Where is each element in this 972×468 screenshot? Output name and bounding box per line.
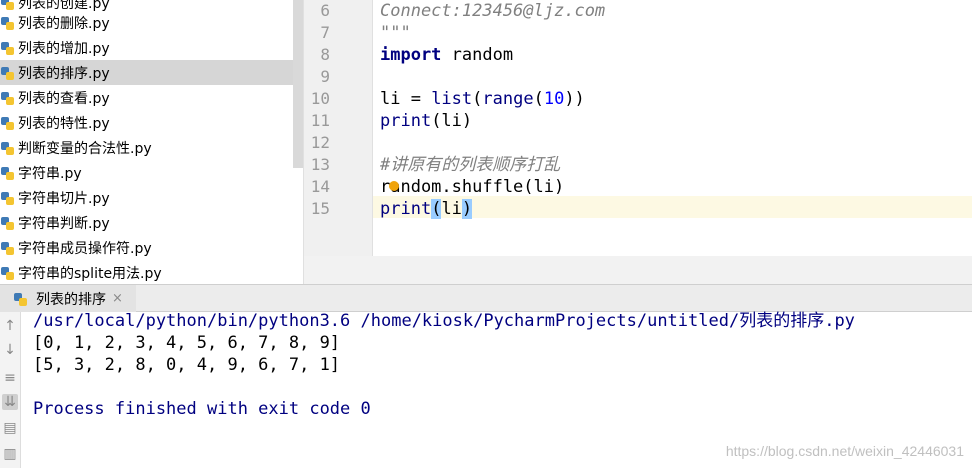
file-item[interactable]: 字符串的splite用法.py xyxy=(0,260,293,284)
code-line-8: import random xyxy=(380,44,513,66)
file-name: 字符串.py xyxy=(18,165,82,182)
editor-bottom-strip xyxy=(304,256,972,284)
line-number: 9 xyxy=(320,67,330,86)
console-line: [0, 1, 2, 3, 4, 5, 6, 7, 8, 9] xyxy=(33,333,341,353)
code-line-11: print(li) xyxy=(380,110,472,132)
arrow-down-icon[interactable]: ↓ xyxy=(2,342,18,358)
file-item[interactable]: 列表的删除.py xyxy=(0,10,293,35)
number-literal: 10 xyxy=(543,89,565,109)
python-file-icon xyxy=(1,266,15,280)
builtin-print: print xyxy=(380,199,432,219)
file-item[interactable]: 列表的查看.py xyxy=(0,85,293,110)
code-line-14: random.shuffle(li) xyxy=(380,177,565,197)
intention-bulb-icon[interactable] xyxy=(389,181,399,191)
run-toolbar: ↑ ↓ ≡ ⇊ ▤ ▥ xyxy=(0,312,21,468)
code-text: li = xyxy=(380,89,432,109)
arrow-up-icon[interactable]: ↑ xyxy=(2,318,18,334)
file-item[interactable]: 字符串.py xyxy=(0,160,293,185)
file-name: 判断变量的合法性.py xyxy=(18,140,152,157)
line-number: 6 xyxy=(320,1,330,20)
file-item[interactable]: 列表的特性.py xyxy=(0,110,293,135)
code-editor[interactable]: Connect:123456@ljz.com """ import random… xyxy=(373,0,972,256)
code-text: )) xyxy=(564,89,585,109)
file-name: 字符串切片.py xyxy=(18,190,110,207)
run-tab[interactable]: 列表的排序 × xyxy=(0,285,136,312)
matched-bracket: ) xyxy=(461,199,473,219)
python-file-icon xyxy=(1,66,15,80)
code-text: ( xyxy=(533,89,544,109)
print-icon[interactable]: ▤ xyxy=(2,420,18,436)
python-file-icon xyxy=(1,16,15,30)
code-line-13: #讲原有的列表顺序打乱 xyxy=(380,155,561,175)
file-name: 列表的增加.py xyxy=(18,40,110,57)
line-number-gutter: 6 7 8 9 10 11 12 13 14 15 xyxy=(304,0,373,256)
python-file-icon xyxy=(1,216,15,230)
matched-bracket: ( xyxy=(431,199,442,219)
file-name: 列表的查看.py xyxy=(18,90,110,107)
file-name: 字符串的splite用法.py xyxy=(18,265,162,282)
file-name: 字符串判断.py xyxy=(18,215,110,232)
line-number: 8 xyxy=(320,45,330,64)
line-number: 10 xyxy=(310,89,330,108)
line-number: 7 xyxy=(320,23,330,42)
file-item[interactable]: 判断变量的合法性.py xyxy=(0,135,293,160)
line-number: 11 xyxy=(310,111,330,130)
run-tab-bar: 列表的排序 × xyxy=(0,284,972,312)
file-item[interactable]: 字符串判断.py xyxy=(0,210,293,235)
line-number: 12 xyxy=(310,133,330,152)
soft-wrap-icon[interactable]: ≡ xyxy=(2,370,18,386)
scroll-to-end-icon[interactable]: ⇊ xyxy=(2,394,18,410)
line-number: 13 xyxy=(310,155,330,174)
run-tab-label: 列表的排序 xyxy=(36,291,106,308)
file-name: 字符串成员操作符.py xyxy=(18,240,152,257)
keyword-import: import xyxy=(380,45,442,65)
file-name: 列表的排序.py xyxy=(18,65,110,82)
console-line: [5, 3, 2, 8, 0, 4, 9, 6, 7, 1] xyxy=(33,355,341,375)
code-line-15: print(li) xyxy=(380,198,473,220)
console-output[interactable]: /usr/local/python/bin/python3.6 /home/ki… xyxy=(21,311,972,468)
python-file-icon xyxy=(1,241,15,255)
code-line-10: li = list(range(10)) xyxy=(380,88,585,110)
file-item[interactable]: 字符串成员操作符.py xyxy=(0,235,293,260)
python-file-icon xyxy=(1,41,15,55)
close-icon[interactable]: × xyxy=(112,291,123,306)
code-line-6: Connect:123456@ljz.com xyxy=(380,1,606,21)
code-text: li xyxy=(441,199,462,219)
console-command: /usr/local/python/bin/python3.6 /home/ki… xyxy=(33,311,855,331)
python-file-icon xyxy=(1,0,15,10)
file-name: 列表的删除.py xyxy=(18,15,110,32)
code-line-7: """ xyxy=(380,23,411,43)
line-number: 15 xyxy=(310,199,330,218)
python-file-icon xyxy=(1,141,15,155)
builtin-range: range xyxy=(482,89,534,109)
file-item-selected[interactable]: 列表的排序.py xyxy=(0,60,303,85)
code-text: (li) xyxy=(431,111,473,131)
builtin-list: list xyxy=(431,89,473,109)
console-finish: Process finished with exit code 0 xyxy=(33,399,371,419)
file-name: 列表的特性.py xyxy=(18,115,110,132)
tree-scrollbar[interactable] xyxy=(293,0,303,168)
code-text: random xyxy=(441,45,514,65)
line-number: 14 xyxy=(310,177,330,196)
project-tree: 列表的创建.py 列表的删除.py 列表的增加.py 列表的排序.py 列表的查… xyxy=(0,0,303,284)
python-file-icon xyxy=(1,91,15,105)
python-file-icon xyxy=(1,116,15,130)
python-file-icon xyxy=(1,166,15,180)
python-run-icon xyxy=(14,292,28,306)
watermark: https://blog.csdn.net/weixin_42446031 xyxy=(725,443,964,459)
code-text: ( xyxy=(472,89,483,109)
python-file-icon xyxy=(1,191,15,205)
file-item[interactable]: 列表的增加.py xyxy=(0,35,293,60)
trash-icon[interactable]: ▥ xyxy=(2,446,18,462)
builtin-print: print xyxy=(380,111,432,131)
file-item[interactable]: 字符串切片.py xyxy=(0,185,293,210)
